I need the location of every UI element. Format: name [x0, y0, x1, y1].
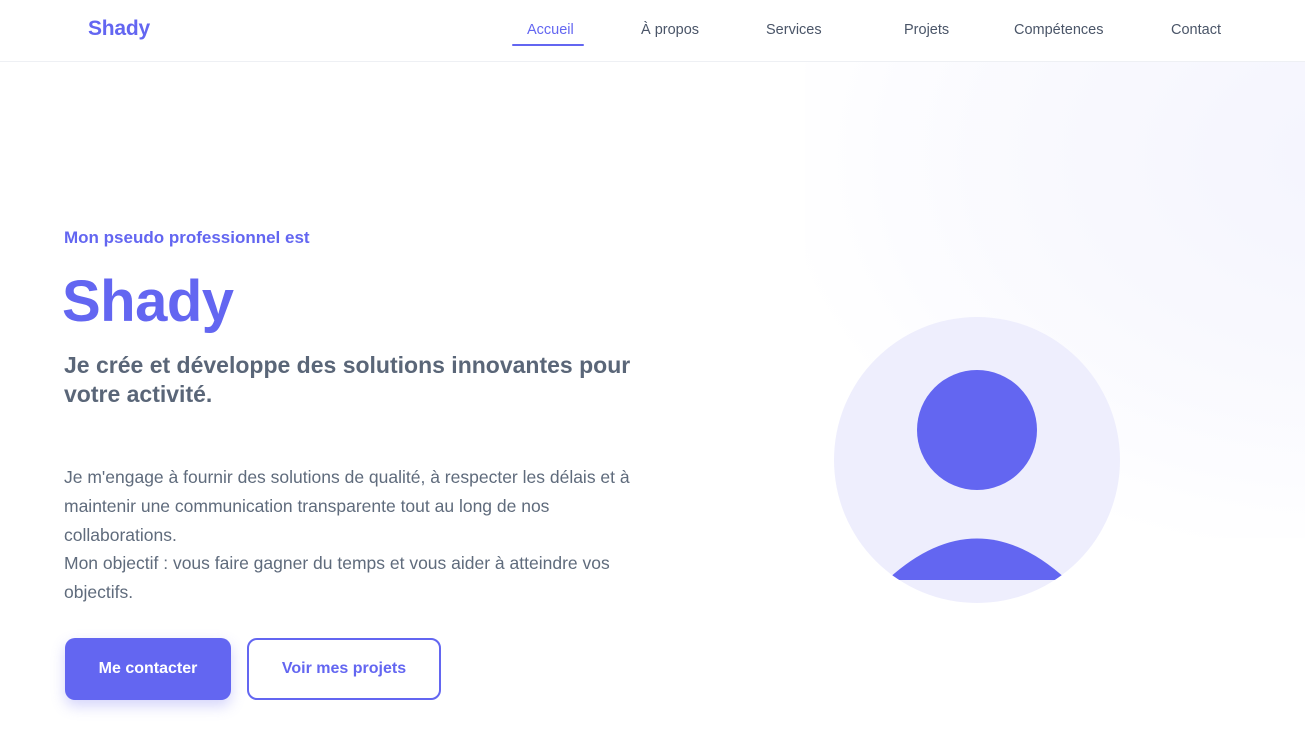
hero-description: Je m'engage à fournir des solutions de q…	[64, 463, 654, 607]
navbar: Shady Accueil À propos Services Projets …	[0, 0, 1305, 62]
hero-description-line-2: Mon objectif : vous faire gagner du temp…	[64, 553, 610, 603]
portfolio-page: Shady Accueil À propos Services Projets …	[0, 0, 1305, 742]
hero-tagline: Je crée et développe des solutions innov…	[64, 352, 631, 407]
nav-link-contact[interactable]: Contact	[1171, 22, 1221, 38]
nav-link-projets[interactable]: Projets	[904, 22, 949, 38]
avatar-illustration	[834, 317, 1120, 603]
logo[interactable]: Shady	[88, 17, 150, 41]
nav-link-competences[interactable]: Compétences	[1014, 22, 1103, 38]
user-avatar-icon	[834, 317, 1120, 603]
hero-description-line-1: Je m'engage à fournir des solutions de q…	[64, 467, 630, 545]
nav-link-services[interactable]: Services	[766, 22, 822, 38]
avatar-head	[917, 370, 1037, 490]
view-projects-button[interactable]: Voir mes projets	[247, 638, 441, 700]
nav-link-a-propos[interactable]: À propos	[641, 22, 699, 38]
hero-name: Shady	[62, 269, 234, 334]
hero-eyebrow: Mon pseudo professionnel est	[64, 228, 310, 247]
nav-link-accueil[interactable]: Accueil	[527, 22, 574, 38]
contact-button[interactable]: Me contacter	[65, 638, 231, 700]
active-nav-underline	[512, 44, 584, 46]
